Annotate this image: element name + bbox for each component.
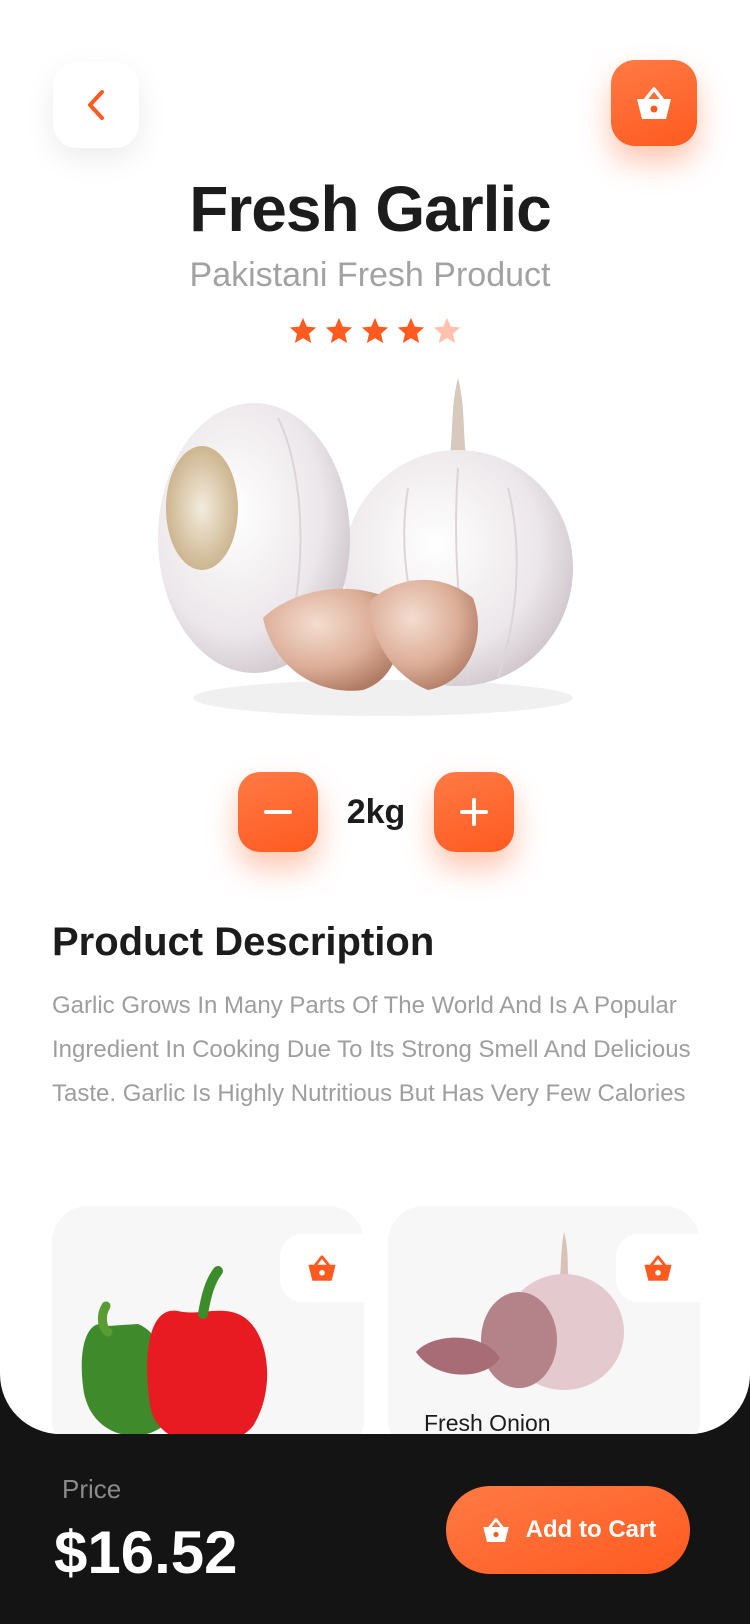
rating-stars <box>288 316 462 346</box>
basket-icon <box>644 1255 672 1281</box>
product-sheet: Fresh Garlic Pakistani Fresh Product 2kg… <box>0 0 750 1434</box>
basket-icon <box>637 87 671 119</box>
garlic-bulbs-image <box>158 378 573 716</box>
star-icon-empty <box>433 317 461 343</box>
quantity-value: 2kg <box>346 792 406 831</box>
star-icon <box>289 317 317 343</box>
quantity-stepper: 2kg <box>238 772 514 852</box>
onion-image <box>416 1232 624 1390</box>
add-to-cart-label: Add to Cart <box>525 1516 657 1543</box>
description-heading: Product Description <box>52 920 435 964</box>
price-label: Price <box>62 1474 122 1504</box>
cart-button[interactable] <box>611 60 697 146</box>
description-text: Garlic Grows In Many Parts Of The World … <box>52 992 691 1107</box>
basket-icon <box>482 1518 509 1542</box>
related-product-name: Fresh Onion <box>424 1410 551 1434</box>
decrease-quantity-button[interactable] <box>238 772 318 852</box>
plus-icon <box>460 798 488 826</box>
increase-quantity-button[interactable] <box>434 772 514 852</box>
card-cart-button[interactable] <box>616 1234 700 1302</box>
product-title: Fresh Garlic <box>189 173 552 245</box>
chevron-left-icon <box>88 90 104 120</box>
star-icon <box>397 317 425 343</box>
minus-icon <box>264 810 292 814</box>
product-subtitle: Pakistani Fresh Product <box>189 256 551 294</box>
star-icon <box>361 317 389 343</box>
related-product-card[interactable]: Fresh Onion <box>388 1206 700 1434</box>
price-value: $16.52 <box>54 1519 238 1586</box>
bell-peppers-image <box>81 1266 268 1434</box>
back-button[interactable] <box>53 62 139 148</box>
add-to-cart-button[interactable]: Add to Cart <box>446 1486 690 1574</box>
basket-icon <box>308 1255 336 1281</box>
related-product-card[interactable] <box>52 1206 364 1434</box>
star-icon <box>325 317 353 343</box>
